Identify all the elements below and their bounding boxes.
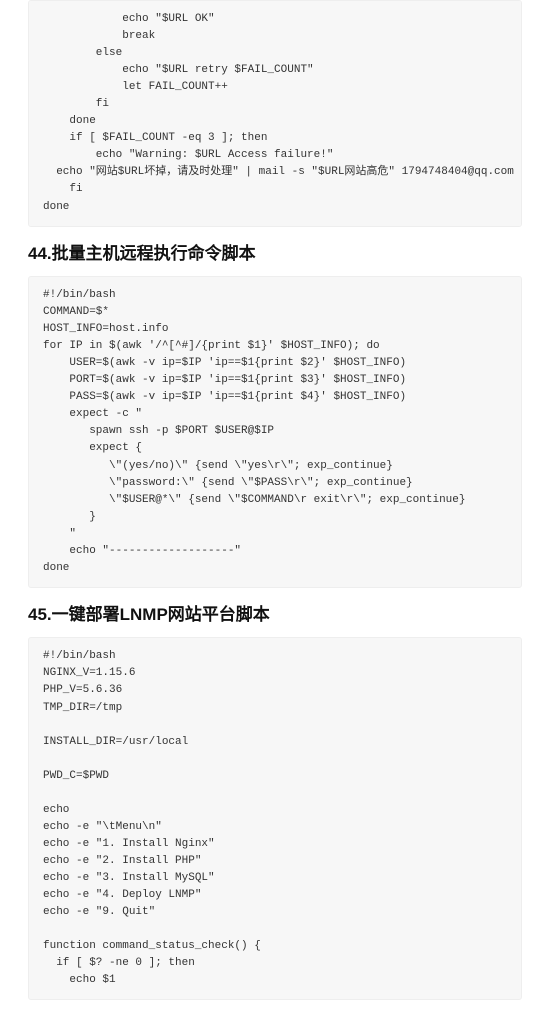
code-block-45: #!/bin/bash NGINX_V=1.15.6 PHP_V=5.6.36 … [28,637,522,1000]
heading-45: 45.一键部署LNMP网站平台脚本 [28,602,522,628]
code-block-43-tail: echo "$URL OK" break else echo "$URL ret… [28,0,522,227]
code-block-44: #!/bin/bash COMMAND=$* HOST_INFO=host.in… [28,276,522,588]
heading-44: 44.批量主机远程执行命令脚本 [28,241,522,267]
